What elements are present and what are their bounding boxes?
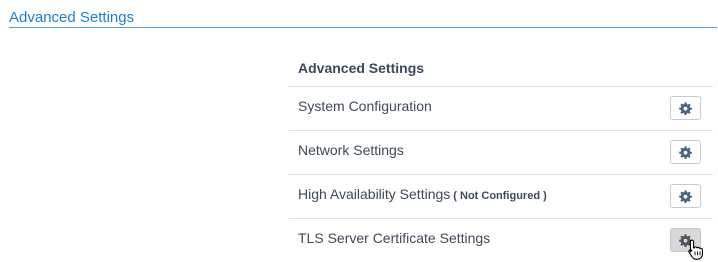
tls-server-certificate-settings-button[interactable] xyxy=(670,228,701,252)
tls-server-certificate-settings-label: TLS Server Certificate Settings xyxy=(298,230,491,246)
system-configuration-settings-button[interactable] xyxy=(670,96,701,120)
high-availability-settings-button[interactable] xyxy=(670,184,701,208)
high-availability-settings-label: High Availability Settings( Not Configur… xyxy=(298,186,547,202)
gear-icon xyxy=(679,189,692,203)
tls-server-certificate-settings-row: TLS Server Certificate Settings xyxy=(289,219,713,262)
page-header: Advanced Settings xyxy=(9,0,717,28)
gear-icon xyxy=(679,233,692,247)
panel-title: Advanced Settings xyxy=(289,50,713,87)
advanced-settings-page: Advanced Settings Advanced Settings Syst… xyxy=(0,0,718,262)
system-configuration-row: System Configuration xyxy=(289,87,713,131)
page-title: Advanced Settings xyxy=(9,9,135,26)
not-configured-status: ( Not Configured ) xyxy=(453,190,547,202)
network-settings-row: Network Settings xyxy=(289,131,713,175)
network-settings-button[interactable] xyxy=(670,140,701,164)
gear-icon xyxy=(679,101,692,115)
advanced-settings-panel: Advanced Settings System Configuration N… xyxy=(289,50,713,262)
network-settings-label: Network Settings xyxy=(298,142,404,158)
high-availability-settings-row: High Availability Settings( Not Configur… xyxy=(289,175,713,219)
gear-icon xyxy=(679,145,692,159)
system-configuration-label: System Configuration xyxy=(298,98,432,114)
